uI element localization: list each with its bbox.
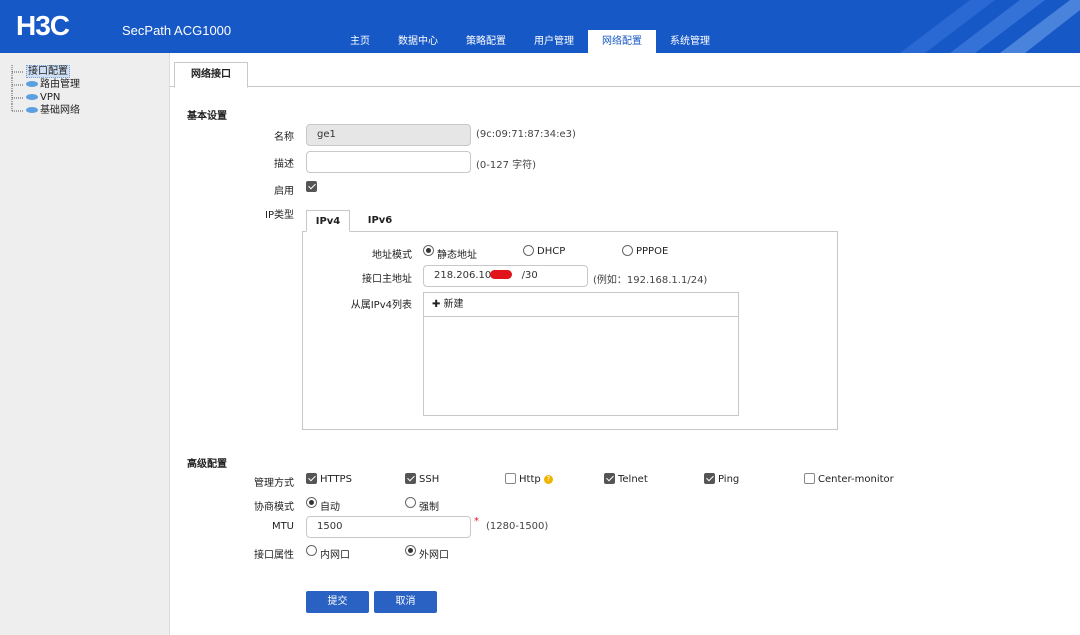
http-label: Http ?	[519, 474, 553, 485]
enable-checkbox[interactable]	[306, 181, 317, 192]
primary-addr-hint: (例如：192.168.1.1/24)	[593, 275, 708, 286]
leaf-icon	[26, 94, 38, 100]
radio-pppoe[interactable]	[622, 245, 633, 256]
nav-tree: 接口配置 路由管理 VPN 基础网络	[10, 65, 80, 117]
tree-branch-icon	[11, 65, 23, 78]
radio-auto[interactable]	[306, 497, 317, 508]
center-monitor-label: Center-monitor	[818, 474, 894, 485]
tab-network-interface[interactable]: 网络接口	[174, 62, 248, 88]
sidebar-item-label: 基础网络	[40, 105, 80, 116]
content-tabbar: 网络接口	[170, 53, 1080, 88]
submit-button[interactable]: 提交	[306, 591, 369, 613]
required-mark: *	[474, 516, 479, 527]
main-nav: 主页 数据中心 策略配置 用户管理 网络配置 系统管理	[336, 30, 724, 53]
mtu-hint: (1280-1500)	[486, 521, 549, 532]
sidebar-item-label: 接口配置	[26, 65, 70, 78]
sidebar-item-basic-network[interactable]: 基础网络	[10, 104, 80, 117]
http-text: Http	[519, 474, 541, 485]
name-field[interactable]: ge1	[306, 124, 471, 146]
help-icon[interactable]: ?	[543, 474, 553, 484]
top-header: H3C SecPath ACG1000 主页 数据中心 策略配置 用户管理 网络…	[0, 0, 1080, 53]
product-name: SecPath ACG1000	[122, 23, 232, 38]
secondary-list-label: 从属IPv4列表	[350, 300, 412, 311]
sidebar-item-interface[interactable]: 接口配置	[10, 65, 80, 78]
sidebar: 接口配置 路由管理 VPN 基础网络	[0, 53, 170, 635]
sidebar-item-routing[interactable]: 路由管理	[10, 78, 80, 91]
nav-policy[interactable]: 策略配置	[452, 30, 520, 53]
nav-network[interactable]: 网络配置	[588, 30, 656, 53]
section-title-basic: 基本设置	[187, 111, 227, 122]
ping-label: Ping	[718, 474, 740, 485]
radio-internal[interactable]	[306, 545, 317, 556]
desc-label: 描述	[274, 159, 294, 170]
nav-system[interactable]: 系统管理	[656, 30, 724, 53]
radio-auto-label: 自动	[320, 502, 340, 513]
name-label: 名称	[274, 132, 294, 143]
radio-external-label: 外网口	[419, 550, 449, 561]
sidebar-item-label: VPN	[40, 92, 61, 103]
https-checkbox[interactable]	[306, 473, 317, 484]
tab-ipv4[interactable]: IPv4	[306, 210, 350, 232]
primary-addr-value: 218.206.103	[434, 270, 498, 281]
brand-logo: H3C	[16, 10, 70, 41]
radio-static[interactable]	[423, 245, 434, 256]
radio-dhcp[interactable]	[523, 245, 534, 256]
negotiation-label: 协商模式	[254, 502, 294, 513]
ping-checkbox[interactable]	[704, 473, 715, 484]
radio-internal-label: 内网口	[320, 550, 350, 561]
mgmt-label: 管理方式	[254, 478, 294, 489]
tree-branch-icon	[11, 78, 23, 91]
description-field[interactable]	[306, 151, 471, 173]
attr-label: 接口属性	[254, 550, 294, 561]
center-monitor-checkbox[interactable]	[804, 473, 815, 484]
sidebar-item-vpn[interactable]: VPN	[10, 91, 80, 104]
new-button[interactable]: ✚ 新建	[424, 293, 738, 317]
radio-static-label: 静态地址	[437, 250, 477, 261]
nav-data-center[interactable]: 数据中心	[384, 30, 452, 53]
tab-ipv6[interactable]: IPv6	[358, 210, 402, 232]
radio-force[interactable]	[405, 497, 416, 508]
radio-dhcp-label: DHCP	[537, 246, 566, 257]
mtu-label: MTU	[271, 521, 294, 532]
radio-force-label: 强制	[419, 502, 439, 513]
sidebar-item-label: 路由管理	[40, 79, 80, 90]
enable-label: 启用	[274, 186, 294, 197]
mac-address: (9c:09:71:87:34:e3)	[476, 129, 576, 140]
section-title-advanced: 高级配置	[187, 459, 227, 470]
addr-mode-label: 地址模式	[372, 250, 412, 261]
primary-addr-label: 接口主地址	[362, 274, 412, 285]
nav-home[interactable]: 主页	[336, 30, 384, 53]
http-checkbox[interactable]	[505, 473, 516, 484]
leaf-icon	[26, 81, 38, 87]
nav-user[interactable]: 用户管理	[520, 30, 588, 53]
radio-external[interactable]	[405, 545, 416, 556]
header-decoration	[900, 0, 1080, 53]
https-label: HTTPS	[320, 474, 352, 485]
ssh-checkbox[interactable]	[405, 473, 416, 484]
tree-branch-icon	[11, 91, 23, 104]
tree-branch-icon	[11, 104, 23, 112]
redaction-mark	[490, 270, 512, 279]
secondary-ipv4-list: ✚ 新建	[423, 292, 739, 416]
iptype-label: IP类型	[265, 210, 294, 221]
telnet-label: Telnet	[618, 474, 648, 485]
cancel-button[interactable]: 取消	[374, 591, 437, 613]
ssh-label: SSH	[419, 474, 440, 485]
telnet-checkbox[interactable]	[604, 473, 615, 484]
leaf-icon	[26, 107, 38, 113]
mtu-field[interactable]: 1500	[306, 516, 471, 538]
primary-addr-suffix: /30	[521, 270, 538, 281]
desc-hint: (0-127 字符)	[476, 160, 537, 171]
radio-pppoe-label: PPPOE	[636, 246, 669, 257]
